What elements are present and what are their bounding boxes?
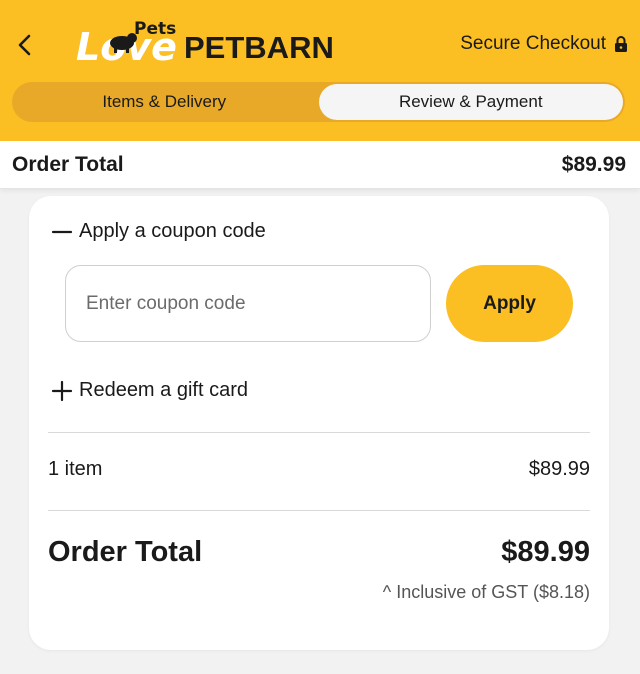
order-total-label: Order Total bbox=[48, 536, 203, 568]
apply-coupon-button[interactable]: Apply bbox=[446, 265, 573, 342]
gift-card-toggle[interactable]: Redeem a gift card bbox=[51, 379, 248, 402]
minus-icon bbox=[51, 230, 73, 233]
gst-note: ^ Inclusive of GST ($8.18) bbox=[382, 582, 590, 602]
coupon-toggle-label: Apply a coupon code bbox=[79, 220, 266, 242]
order-total-bar-value: $89.99 bbox=[561, 152, 626, 176]
coupon-toggle[interactable]: Apply a coupon code bbox=[51, 220, 266, 243]
petbarn-logo[interactable]: Pets Love PETBARN bbox=[76, 14, 338, 70]
order-total-row: Order Total $89.99 bbox=[48, 536, 590, 569]
secure-checkout: Secure Checkout bbox=[460, 30, 628, 58]
order-total-bar-label: Order Total bbox=[12, 152, 124, 176]
lock-icon bbox=[615, 36, 627, 52]
coupon-code-input[interactable] bbox=[65, 265, 431, 342]
back-button[interactable] bbox=[10, 28, 40, 62]
divider bbox=[48, 510, 590, 511]
gift-card-toggle-label: Redeem a gift card bbox=[79, 379, 248, 401]
chevron-left-icon bbox=[18, 34, 31, 56]
checkout-steps: Items & Delivery Review & Payment bbox=[12, 82, 625, 122]
divider bbox=[48, 432, 590, 433]
order-total-value: $89.99 bbox=[501, 536, 590, 568]
items-subtotal-row: 1 item $89.99 bbox=[48, 458, 590, 481]
secure-checkout-label: Secure Checkout bbox=[460, 33, 606, 54]
items-subtotal-value: $89.99 bbox=[528, 458, 590, 480]
tab-items-delivery[interactable]: Items & Delivery bbox=[12, 82, 317, 122]
logo-brand-text: PETBARN bbox=[184, 30, 334, 65]
items-count-label: 1 item bbox=[48, 458, 103, 480]
checkout-header: Pets Love PETBARN Secure Checkout Items … bbox=[0, 0, 640, 141]
tab-review-payment[interactable]: Review & Payment bbox=[318, 84, 623, 120]
plus-icon bbox=[51, 380, 73, 401]
order-summary-card: Apply a coupon code Apply Redeem a gift … bbox=[29, 196, 609, 650]
order-total-bar: Order Total $89.99 bbox=[0, 141, 640, 189]
